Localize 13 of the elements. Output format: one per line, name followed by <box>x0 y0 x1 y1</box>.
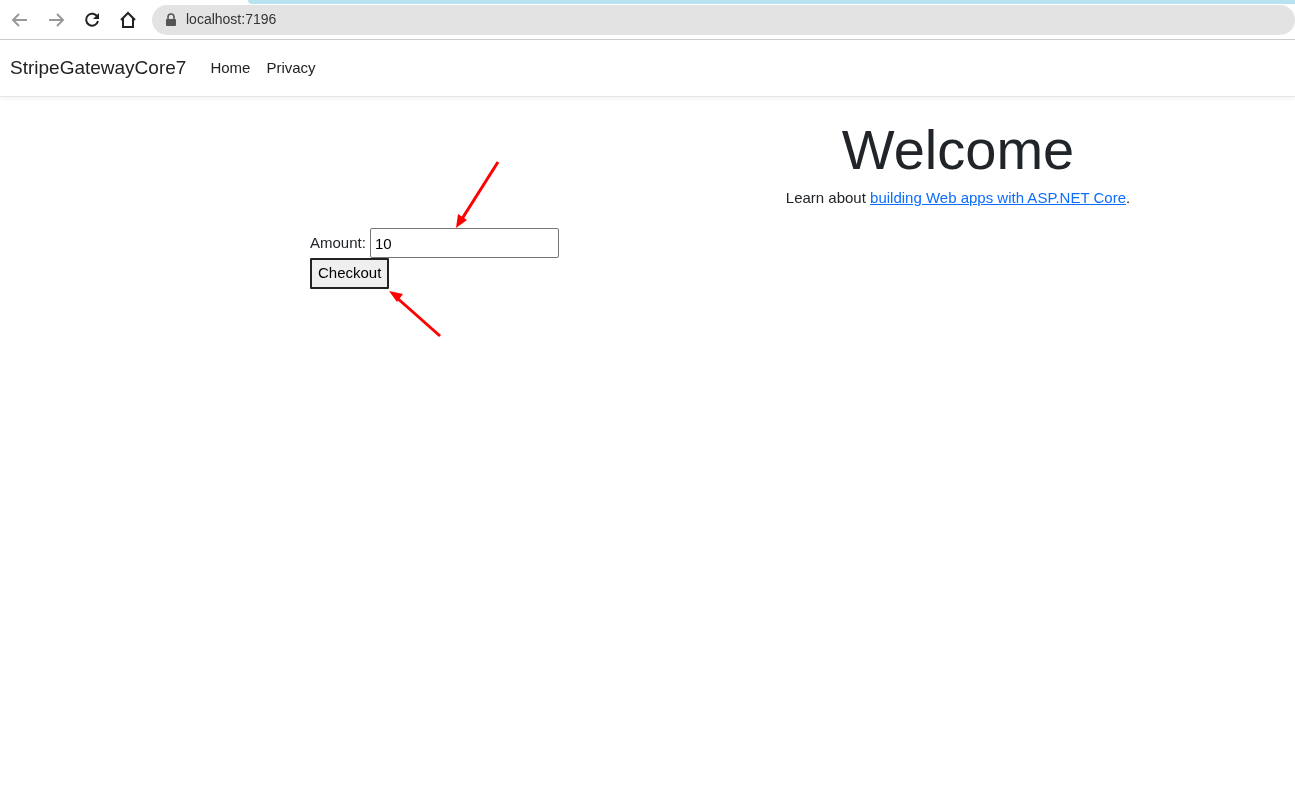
arrow-annotation <box>386 288 444 340</box>
checkout-button[interactable]: Checkout <box>310 258 390 289</box>
intro-sentence: Learn about building Web apps with ASP.NET Core. <box>784 187 1132 208</box>
url-text: localhost:7196 <box>186 10 277 29</box>
lock-icon <box>166 13 176 26</box>
welcome-heading: Welcome <box>840 119 1076 181</box>
nav-link[interactable]: Home <box>210 56 251 80</box>
brand-link[interactable]: StripeGatewayCore7 <box>10 53 187 83</box>
docs-link[interactable]: building Web apps with ASP.NET Core <box>870 188 1127 206</box>
amount-label: Amount: <box>310 232 366 253</box>
nav-link[interactable]: Privacy <box>266 56 316 80</box>
amount-input-field[interactable]: 10 <box>369 228 559 258</box>
address-bar[interactable]: localhost:7196 <box>152 4 1295 35</box>
